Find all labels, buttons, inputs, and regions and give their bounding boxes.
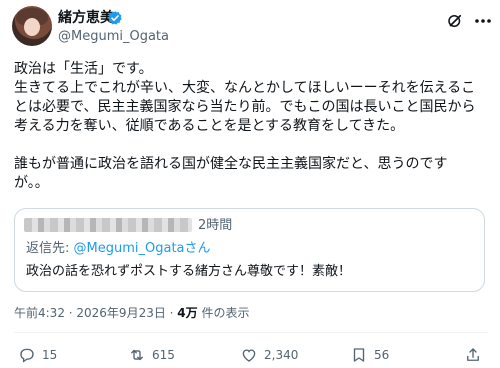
avatar[interactable] bbox=[12, 6, 52, 46]
like-count: 2,340 bbox=[264, 348, 299, 362]
quote-reply-to: 返信先: @Megumi_Ogataさん bbox=[26, 241, 211, 257]
repost-count: 615 bbox=[152, 348, 175, 362]
avatar-face bbox=[24, 18, 40, 36]
bookmark-button[interactable]: 56 bbox=[350, 345, 389, 365]
repost-icon bbox=[131, 349, 143, 361]
share-icon bbox=[467, 348, 479, 361]
post-line: 考える力を奪い、従順であることを是とする教育をしてきた。 bbox=[14, 118, 405, 134]
more-icon[interactable] bbox=[474, 18, 492, 24]
repost-button[interactable]: 615 bbox=[128, 345, 175, 365]
post-text: 政治は「生活」です。生きてる上でこれが辛い、大変、なんとかしてほしいーーそれを伝… bbox=[14, 60, 490, 193]
author-name[interactable]: 緒方恵美 bbox=[58, 9, 114, 27]
quote-text: 政治の話を恐れずポストする緒方さん尊敬です！素敵！ bbox=[26, 264, 352, 279]
views-suffix: 件の表示 bbox=[197, 306, 250, 320]
like-button[interactable]: 2,340 bbox=[240, 345, 298, 365]
reply-count: 15 bbox=[42, 348, 58, 362]
author-handle[interactable]: @Megumi_Ogata bbox=[58, 29, 169, 45]
reply-prefix: 返信先: bbox=[26, 241, 74, 256]
post-meta: 午前4:32 · 2026年9月23日 · 4万 件の表示 bbox=[14, 305, 249, 321]
blurred-quote-author bbox=[24, 218, 192, 232]
quote-time[interactable]: 2時間 bbox=[198, 218, 232, 234]
grok-icon[interactable] bbox=[446, 12, 464, 30]
post-line: 生きてる上でこれが辛い、大変、なんとかしてほしいーーそれを伝えるこ bbox=[14, 80, 476, 96]
reply-handle-link[interactable]: @Megumi_Ogataさん bbox=[74, 241, 211, 256]
verified-badge-icon bbox=[108, 11, 122, 25]
post-line: とは必要で、民主主義国家なら当たり前。でもこの国は長いこと国民から bbox=[14, 99, 476, 115]
bookmark-count: 56 bbox=[374, 348, 390, 362]
post-line: 誰もが普通に政治を語れる国が健全な民主主義国家だと、思うのです bbox=[14, 156, 448, 172]
divider bbox=[14, 332, 488, 333]
views-count: 4万 bbox=[177, 306, 198, 320]
reply-icon bbox=[20, 348, 34, 363]
share-button[interactable] bbox=[464, 345, 482, 365]
like-icon bbox=[242, 349, 256, 362]
reply-button[interactable]: 15 bbox=[18, 345, 57, 365]
post-timestamp[interactable]: 午前4:32 · 2026年9月23日 · bbox=[14, 306, 177, 320]
post-line: が。。 bbox=[14, 175, 49, 191]
bookmark-icon bbox=[353, 348, 365, 362]
post-line: 政治は「生活」です。 bbox=[14, 61, 153, 77]
